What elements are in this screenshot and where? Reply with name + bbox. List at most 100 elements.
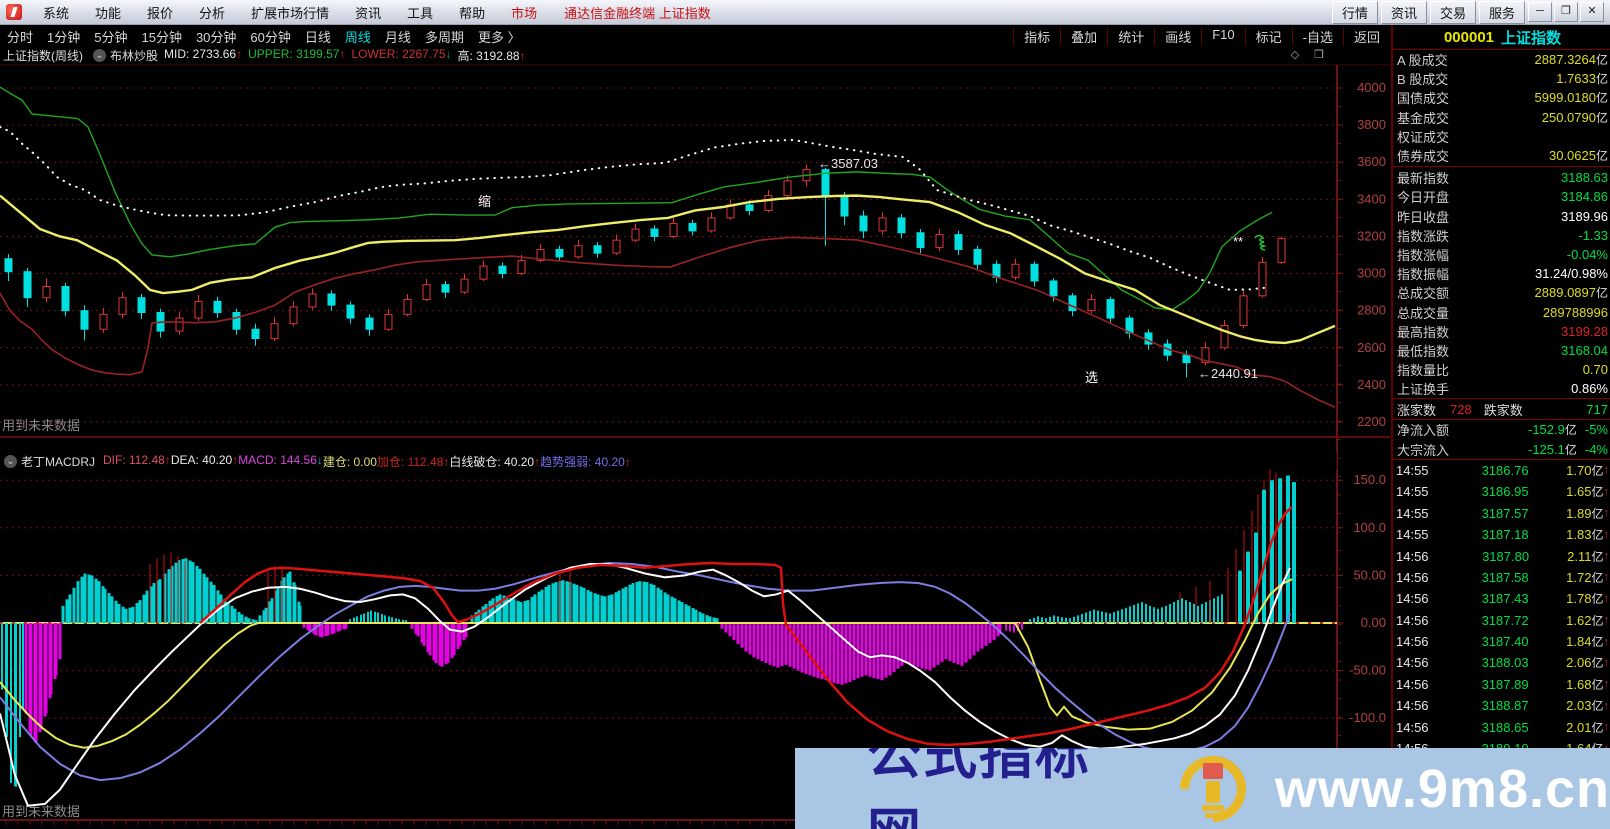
menu-market[interactable]: 市场	[498, 1, 550, 24]
quote-value: 0.70	[1582, 362, 1608, 378]
period-tab-1分钟[interactable]: 1分钟	[40, 27, 87, 46]
tick-row[interactable]: 14:56 3187.80 2.11 亿 ↑	[1393, 545, 1610, 566]
macd-indicator-name[interactable]: 老丁MACDRJ	[21, 453, 95, 470]
menu-item-分析[interactable]: 分析	[186, 1, 238, 24]
indicator-value: 高: 3192.88↑	[457, 49, 526, 63]
svg-text:3800: 3800	[1357, 117, 1386, 132]
menu-item-功能[interactable]: 功能	[82, 1, 134, 24]
tick-row[interactable]: 14:55 3187.18 1.83 亿 ↑	[1393, 524, 1610, 545]
tick-row[interactable]: 14:56 3187.58 1.72 亿 ↑	[1393, 567, 1610, 588]
flow-value: -152.9亿 -5%	[1527, 422, 1608, 438]
menu-item-资讯[interactable]: 资讯	[342, 1, 394, 24]
quote-value: 3184.86	[1561, 189, 1608, 205]
svg-text:3400: 3400	[1357, 191, 1386, 206]
tick-row[interactable]: 14:55 3186.95 1.65 亿 ↑	[1393, 481, 1610, 502]
tick-row[interactable]: 14:56 3188.87 2.03 亿 ↑	[1393, 695, 1610, 716]
quote-row[interactable]: 最高指数 3199.28	[1393, 322, 1610, 341]
svg-text:-50.00: -50.00	[1349, 663, 1386, 678]
period-tab-60分钟[interactable]: 60分钟	[243, 27, 297, 46]
tool-button-指标[interactable]: 指标	[1013, 26, 1060, 46]
quote-row[interactable]: B 股成交 1.7633亿	[1393, 69, 1610, 88]
tool-button-画线[interactable]: 画线	[1154, 26, 1201, 46]
dec-value: 717	[1586, 401, 1608, 417]
quote-row[interactable]: 权证成交	[1393, 127, 1610, 146]
quote-row[interactable]: 债券成交 30.0625亿	[1393, 146, 1610, 165]
quote-row[interactable]: 基金成交 250.0790亿	[1393, 108, 1610, 127]
titlebar-button-服务[interactable]: 服务	[1478, 0, 1525, 24]
quote-row[interactable]: 昨日收盘 3189.96	[1393, 207, 1610, 226]
period-tab-日线[interactable]: 日线	[298, 27, 338, 46]
svg-text:←2440.91: ←2440.91	[1198, 366, 1258, 381]
menu-item-扩展市场行情[interactable]: 扩展市场行情	[238, 1, 342, 24]
period-tab-月线[interactable]: 月线	[378, 27, 418, 46]
tool-button-标记[interactable]: 标记	[1244, 26, 1292, 46]
menu-item-系统[interactable]: 系统	[30, 1, 82, 24]
quote-row[interactable]: 指数涨跌 -1.33	[1393, 226, 1610, 245]
quote-label: 上证换手	[1397, 382, 1450, 398]
macd-collapse-icon[interactable]: ⌄	[4, 454, 17, 468]
menu-item-报价[interactable]: 报价	[134, 1, 186, 24]
quote-row[interactable]: 最新指数 3188.63	[1393, 168, 1610, 187]
titlebar-button-交易[interactable]: 交易	[1429, 0, 1476, 24]
quote-row[interactable]: 指数涨幅 -0.04%	[1393, 245, 1610, 264]
tick-row[interactable]: 14:56 3187.43 1.78 亿 ↑	[1393, 588, 1610, 609]
tick-row[interactable]: 14:55 3187.57 1.89 亿 ↑	[1393, 503, 1610, 524]
chart-header: 上证指数(周线) ⌄ 布林炒股 MID: 2733.66↑ UPPER: 3199…	[0, 47, 1390, 65]
quote-rows: A 股成交 2887.3264亿 B 股成交 1.7633亿 国债成交 5999.0180…	[1393, 50, 1610, 398]
chart-corner-icons[interactable]: ◇ ❐	[1291, 48, 1330, 61]
quote-row[interactable]: 国债成交 5999.0180亿	[1393, 88, 1610, 107]
tick-row[interactable]: 14:56 3187.40 1.84 亿 ↑	[1393, 631, 1610, 652]
restore-button[interactable]: ❐	[1554, 2, 1578, 22]
quote-value: 0.86%	[1571, 381, 1608, 397]
quote-label: 债券成交	[1397, 149, 1450, 165]
quote-row[interactable]: 今日开盘 3184.86	[1393, 187, 1610, 206]
quote-row[interactable]: 上证换手 0.86%	[1393, 379, 1610, 398]
menu-bar: 系统 功能 报价 分析 扩展市场行情 资讯 工具 帮助	[30, 1, 498, 24]
period-tab-更多 〉[interactable]: 更多 〉	[471, 27, 528, 46]
tick-row[interactable]: 14:56 3187.72 1.62 亿 ↑	[1393, 609, 1610, 630]
flow-label: 净流入额	[1397, 423, 1450, 439]
quote-row[interactable]: 指数量比 0.70	[1393, 360, 1610, 379]
quote-label: 指数涨跌	[1397, 228, 1450, 244]
period-tab-5分钟[interactable]: 5分钟	[87, 27, 134, 46]
quote-label: 昨日收盘	[1397, 209, 1450, 225]
period-tab-15分钟[interactable]: 15分钟	[134, 27, 188, 46]
collapse-icon[interactable]: ⌄	[93, 49, 106, 62]
quote-row[interactable]: 总成交额 2889.0897亿	[1393, 283, 1610, 302]
minimize-button[interactable]: ─	[1528, 2, 1552, 22]
indicator-value: LOWER: 2267.75↓	[351, 47, 452, 61]
quote-row[interactable]: 总成交量 289788996	[1393, 302, 1610, 321]
quote-row[interactable]: 指数振幅 31.24/0.98%	[1393, 264, 1610, 283]
quote-row[interactable]: A 股成交 2887.3264亿	[1393, 50, 1610, 69]
period-tab-周线[interactable]: 周线	[338, 27, 378, 46]
tick-row[interactable]: 14:56 3188.03 2.06 亿 ↑	[1393, 652, 1610, 673]
menu-item-工具[interactable]: 工具	[394, 1, 446, 24]
tool-button-叠加[interactable]: 叠加	[1060, 26, 1107, 46]
tool-button-统计[interactable]: 统计	[1107, 26, 1154, 46]
tick-row[interactable]: 14:55 3186.76 1.70 亿 ↑	[1393, 460, 1610, 481]
period-tab-分时[interactable]: 分时	[0, 27, 40, 46]
period-tab-多周期[interactable]: 多周期	[418, 27, 471, 46]
tool-button--自选[interactable]: -自选	[1291, 26, 1343, 46]
quote-title[interactable]: 000001 上证指数	[1393, 25, 1610, 50]
tool-button-返回[interactable]: 返回	[1342, 26, 1390, 46]
period-tab-30分钟[interactable]: 30分钟	[189, 27, 243, 46]
quote-value: -0.04%	[1566, 246, 1608, 262]
tool-button-F10[interactable]: F10	[1201, 26, 1244, 46]
menu-item-帮助[interactable]: 帮助	[446, 1, 498, 24]
quote-row[interactable]: 最低指数 3168.04	[1393, 341, 1610, 360]
titlebar-button-行情[interactable]: 行情	[1331, 0, 1378, 24]
quote-value: 2889.0897亿	[1534, 285, 1608, 301]
quote-label: 最高指数	[1397, 324, 1450, 340]
tick-row[interactable]: 14:56 3187.89 1.68 亿 ↑	[1393, 674, 1610, 695]
indicator-name[interactable]: 布林炒股	[110, 47, 158, 64]
period-tabs: 分时 1分钟 5分钟 15分钟 30分钟 60分钟 日线 周线 月线 多周期 更多 〉	[0, 27, 528, 46]
close-button[interactable]: ✕	[1580, 2, 1604, 22]
titlebar-button-资讯[interactable]: 资讯	[1380, 0, 1427, 24]
tick-row[interactable]: 14:56 3188.65 2.01 亿 ↑	[1393, 716, 1610, 737]
svg-text:3600: 3600	[1357, 154, 1386, 169]
quote-value: 2887.3264亿	[1534, 52, 1608, 68]
quote-value: 5999.0180亿	[1534, 90, 1608, 106]
svg-text:**: **	[1233, 234, 1243, 249]
quote-label: 权证成交	[1397, 129, 1450, 145]
